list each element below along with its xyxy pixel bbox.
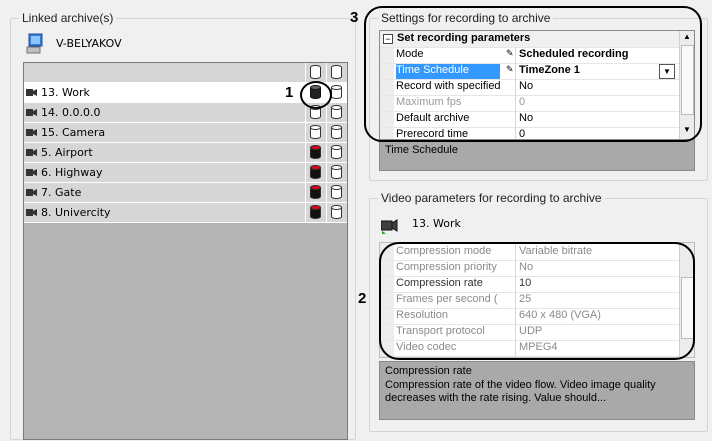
archive-1-toggle[interactable]	[305, 143, 326, 162]
grid-header-row	[24, 63, 347, 83]
video-description-text: Compression rate of the video flow. Vide…	[385, 379, 656, 404]
camera-icon	[26, 189, 37, 196]
archive-camera-row[interactable]: 14. 0.0.0.0	[24, 103, 347, 123]
archive-2-toggle[interactable]	[326, 123, 347, 142]
video-camera-label: 13. Work	[412, 217, 461, 230]
archive-cylinder-icon	[331, 85, 342, 99]
linked-archives-title: Linked archive(s)	[19, 11, 117, 25]
camera-label: 5. Airport	[41, 146, 93, 159]
archive-camera-row[interactable]: 15. Camera	[24, 123, 347, 143]
archive-cylinder-icon	[310, 165, 321, 179]
archive-camera-row[interactable]: 6. Highway	[24, 163, 347, 183]
camera-icon	[26, 169, 37, 176]
archive-1-toggle[interactable]	[305, 183, 326, 202]
archive-cylinder-icon	[310, 185, 321, 199]
video-description-title: Compression rate	[385, 365, 472, 377]
archive-2-toggle[interactable]	[326, 143, 347, 162]
archive-col-1-header	[305, 63, 326, 82]
archive-2-toggle[interactable]	[326, 103, 347, 122]
archive-cylinder-icon	[331, 205, 342, 219]
archive-cylinder-icon	[331, 145, 342, 159]
archive-1-toggle[interactable]	[305, 123, 326, 142]
camera-label: 6. Highway	[41, 166, 103, 179]
archive-col-2-header	[326, 63, 347, 82]
camera-icon	[26, 129, 37, 136]
archive-camera-row[interactable]: 7. Gate	[24, 183, 347, 203]
video-settings-title: Video parameters for recording to archiv…	[378, 191, 605, 205]
archive-cylinder-icon	[310, 145, 321, 159]
callout-number-3: 3	[350, 9, 359, 26]
server-icon	[26, 33, 44, 55]
server-name: V-BELYAKOV	[56, 37, 122, 50]
archive-cylinder-icon	[310, 125, 321, 139]
camera-label: 13. Work	[41, 86, 90, 99]
callout-number-1: 1	[285, 84, 294, 101]
camera-icon	[26, 149, 37, 156]
archive-camera-row[interactable]: 5. Airport	[24, 143, 347, 163]
recording-description-box: Time Schedule	[379, 139, 695, 171]
archive-1-toggle[interactable]	[305, 203, 326, 222]
archive-cylinder-icon	[331, 65, 342, 79]
callout-ring-2	[379, 242, 695, 360]
camera-label: 8. Univercity	[41, 206, 111, 219]
camera-label: 15. Camera	[41, 126, 106, 139]
archive-cylinder-icon	[331, 185, 342, 199]
callout-ring-1	[300, 81, 332, 109]
archive-2-toggle[interactable]	[326, 183, 347, 202]
callout-number-2: 2	[358, 290, 367, 307]
recording-description-title: Time Schedule	[385, 144, 458, 156]
archive-camera-row[interactable]: 13. Work	[24, 83, 347, 103]
camera-icon	[26, 109, 37, 116]
video-camera-icon	[380, 218, 401, 234]
archive-2-toggle[interactable]	[326, 163, 347, 182]
camera-icon	[26, 89, 37, 96]
archive-cylinder-icon	[331, 125, 342, 139]
archive-cylinder-icon	[331, 105, 342, 119]
callout-ring-3	[364, 6, 702, 142]
archive-cylinder-icon	[310, 65, 321, 79]
camera-icon	[26, 209, 37, 216]
archive-1-toggle[interactable]	[305, 163, 326, 182]
video-description-box: Compression rate Compression rate of the…	[379, 361, 695, 420]
camera-label: 7. Gate	[41, 186, 82, 199]
archive-cylinder-icon	[331, 165, 342, 179]
camera-label: 14. 0.0.0.0	[41, 106, 101, 119]
archive-camera-row[interactable]: 8. Univercity	[24, 203, 347, 223]
archive-2-toggle[interactable]	[326, 203, 347, 222]
archive-cylinder-icon	[310, 205, 321, 219]
linked-archives-grid: 13. Work 14. 0.0.0.0 15. Camera 5. Airport 6…	[23, 62, 348, 440]
